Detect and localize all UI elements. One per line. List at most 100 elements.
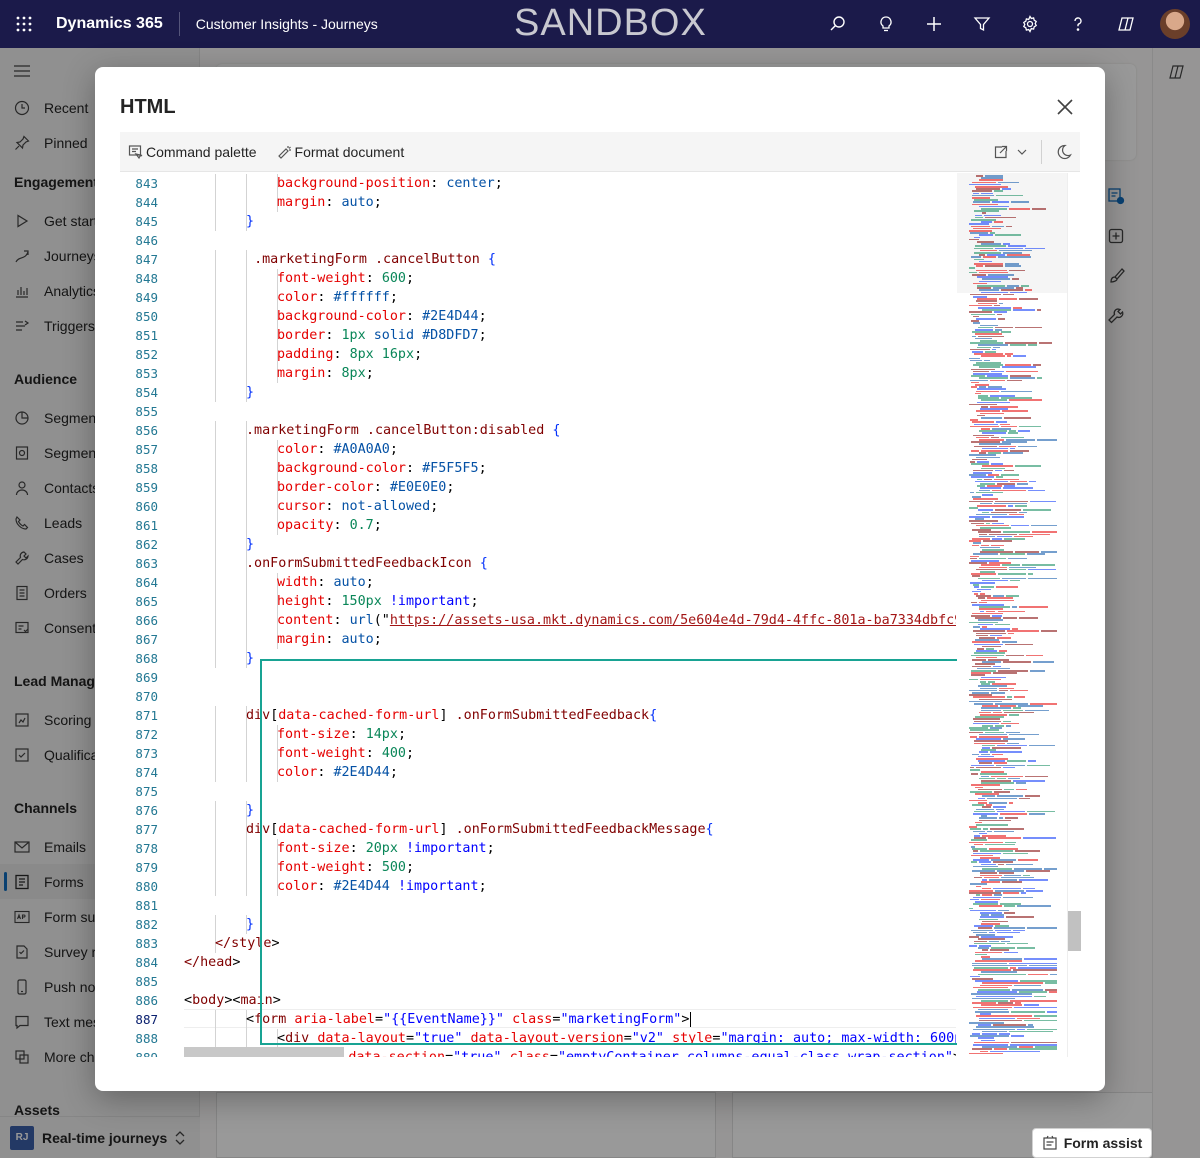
indent-guide (215, 440, 216, 459)
minimap-line (1008, 733, 1039, 736)
line-number: 865 (135, 594, 158, 609)
minimap-line (1018, 859, 1038, 861)
horizontal-scrollbar[interactable] (184, 1047, 344, 1057)
indent-guide (215, 193, 216, 212)
code-editor[interactable]: 843 844 845 846 847 848 849 850 851 852 853 854 855 8… (120, 173, 1080, 1057)
minimap-line (974, 843, 984, 846)
minimap-line (969, 678, 978, 681)
minimap-line (1006, 654, 1025, 657)
minimap-line (1025, 870, 1051, 872)
minimap-line (1019, 879, 1049, 881)
indent-guide (246, 744, 247, 763)
minimap-line (969, 945, 977, 947)
lightbulb-icon[interactable] (862, 0, 910, 48)
minimap-line (1008, 632, 1015, 635)
minimap-line (993, 672, 1017, 674)
minimap-line (984, 265, 1004, 267)
minimap-line (1036, 309, 1042, 311)
minimap-line (1007, 379, 1023, 382)
minimap-line (996, 194, 1023, 197)
minimap-line (1031, 524, 1057, 527)
indent-guide (215, 801, 216, 820)
help-icon[interactable] (1054, 0, 1102, 48)
line-number: 862 (135, 537, 158, 552)
code-line: } (246, 537, 255, 552)
indent-guide (246, 877, 247, 896)
app-launcher-icon[interactable] (0, 0, 48, 48)
minimap-line (1010, 579, 1020, 582)
code-minimap[interactable] (957, 173, 1067, 1057)
minimap-line (1001, 331, 1012, 333)
minimap-line (1023, 1019, 1057, 1022)
brand-name[interactable]: Dynamics 365 (48, 12, 180, 36)
form-assist-button[interactable]: Form assist (1032, 1128, 1152, 1158)
code-line: margin: auto; (277, 195, 382, 210)
minimap-line (1010, 524, 1030, 527)
vertical-scrollbar[interactable] (1067, 173, 1081, 1057)
code-line: color: #ffffff; (277, 290, 398, 305)
line-number: 867 (135, 632, 158, 647)
indent-guide (215, 611, 216, 630)
vertical-scrollbar-thumb[interactable] (1068, 911, 1081, 951)
indent-guide (215, 364, 216, 383)
minimap-line (983, 256, 997, 258)
minimap-line (1004, 643, 1033, 646)
minimap-line (1033, 995, 1047, 998)
minimap-line (1009, 269, 1026, 272)
line-number: 853 (135, 366, 158, 381)
indent-guide (246, 459, 247, 478)
code-line: margin: auto; (277, 632, 382, 647)
line-number: 852 (135, 347, 158, 362)
indent-guide (215, 516, 216, 535)
minimap-line (1019, 425, 1041, 428)
indent-guide (215, 554, 216, 573)
minimap-line (1048, 991, 1057, 993)
command-palette-button[interactable]: Command palette (120, 132, 265, 172)
open-external-button[interactable] (985, 132, 1035, 172)
theme-toggle-button[interactable] (1048, 132, 1080, 172)
minimap-line (1003, 661, 1031, 663)
filter-icon[interactable] (958, 0, 1006, 48)
code-line: color: #A0A0A0; (277, 442, 398, 457)
close-icon[interactable] (1055, 97, 1075, 117)
code-line: background-color: #2E4D44; (277, 309, 487, 324)
search-icon[interactable] (814, 0, 862, 48)
minimap-line (1037, 439, 1057, 441)
indent-guide (215, 725, 216, 744)
minimap-line (995, 586, 1018, 588)
copilot-icon[interactable] (1102, 0, 1150, 48)
indent-guide (215, 459, 216, 478)
line-number: 856 (135, 423, 158, 438)
minimap-line (1008, 505, 1014, 507)
minimap-line (1013, 355, 1026, 357)
user-avatar[interactable] (1160, 9, 1190, 39)
format-document-button[interactable]: Format document (269, 132, 413, 172)
minimap-line (981, 417, 1002, 419)
minimap-line (1016, 905, 1051, 907)
minimap-line (1030, 670, 1046, 672)
minimap-line (1011, 1011, 1046, 1013)
minimap-line (1049, 973, 1057, 976)
plus-icon[interactable] (910, 0, 958, 48)
minimap-line (1008, 399, 1043, 401)
minimap-line (1028, 480, 1036, 483)
minimap-line (994, 469, 1002, 472)
line-number: 884 (135, 955, 158, 970)
indent-guide (246, 174, 247, 193)
indent-guide (246, 573, 247, 592)
minimap-line (1040, 630, 1057, 632)
indent-guide (215, 478, 216, 497)
code-line: height: 150px !important; (277, 594, 479, 609)
minimap-line (979, 905, 1002, 907)
form-assist-icon (1042, 1135, 1058, 1151)
minimap-line (985, 843, 1016, 846)
minimap-line (1002, 852, 1029, 855)
gear-icon[interactable] (1006, 0, 1054, 48)
app-name[interactable]: Customer Insights - Journeys (180, 16, 378, 32)
minimap-line (1011, 201, 1029, 203)
indent-guide (246, 1029, 247, 1048)
minimap-line (986, 797, 1017, 800)
line-number: 861 (135, 518, 158, 533)
line-number: 870 (135, 689, 158, 704)
minimap-line (1002, 293, 1015, 296)
